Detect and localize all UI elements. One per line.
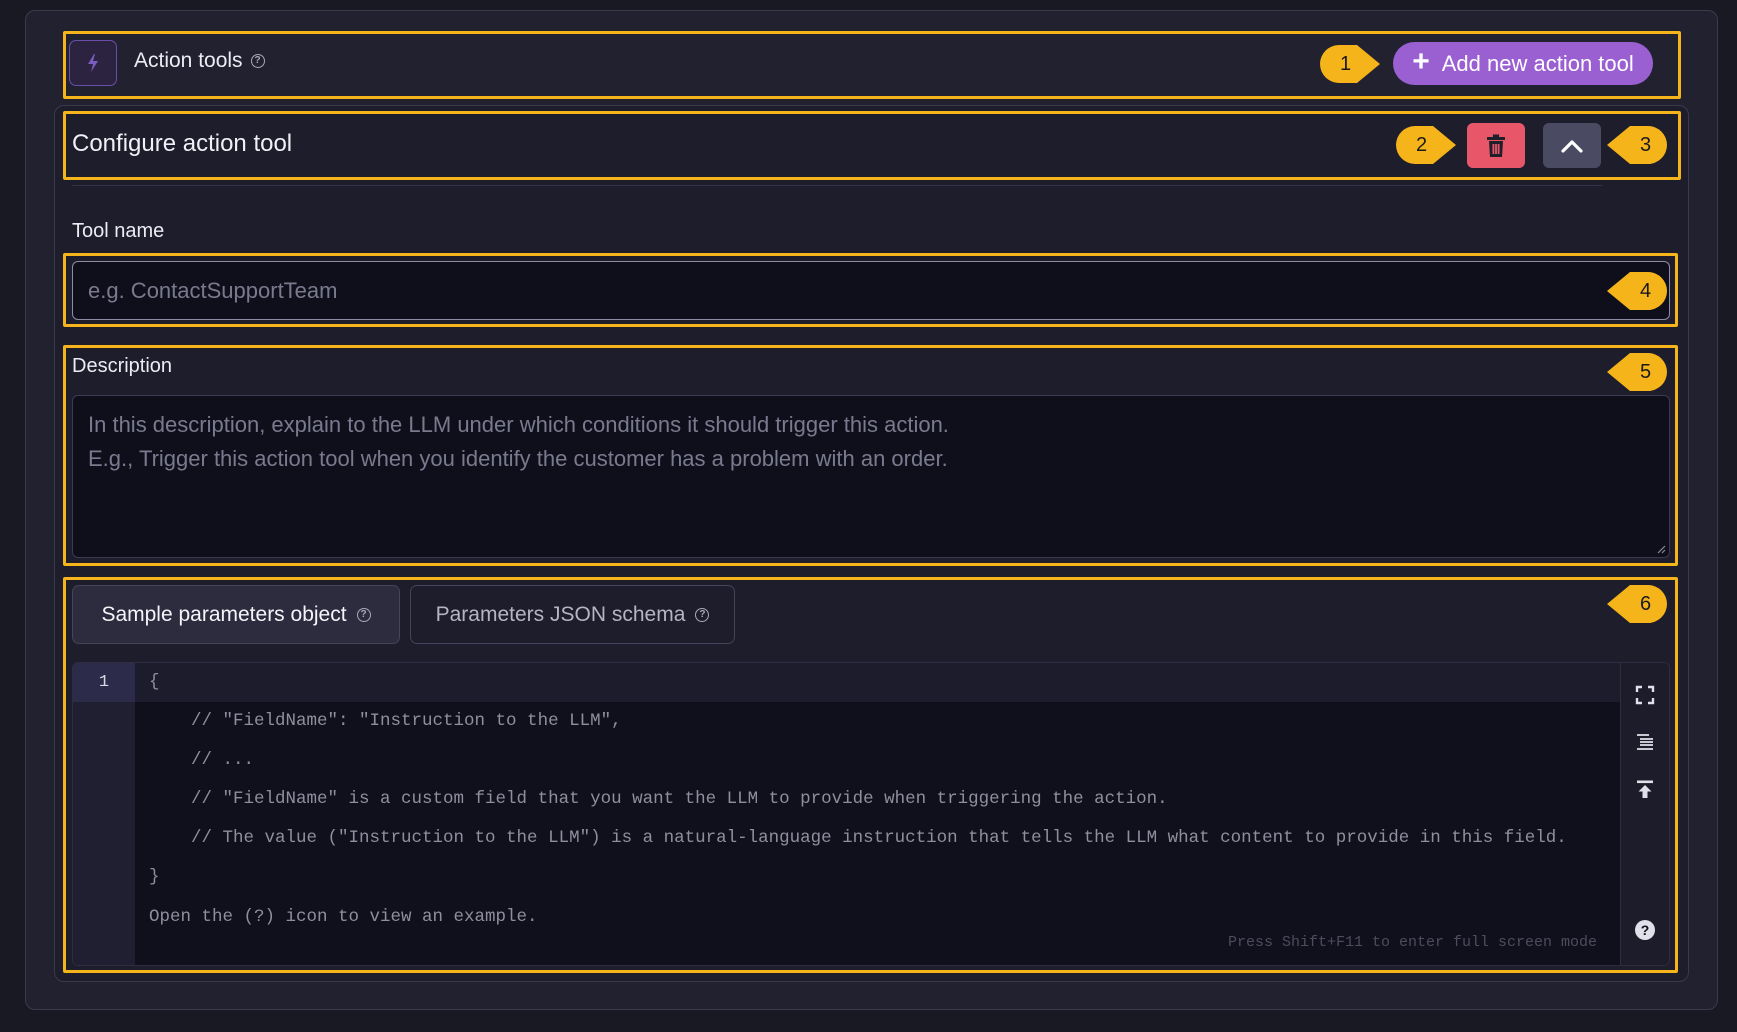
callout-marker-5: 5 <box>1606 352 1668 392</box>
callout-outline-header <box>63 31 1681 99</box>
callout-marker-label: 5 <box>1640 361 1652 383</box>
callout-marker-label: 3 <box>1640 134 1652 156</box>
callout-outline-parameters <box>63 577 1678 973</box>
callout-outline-tool-name <box>63 253 1678 327</box>
tool-name-label: Tool name <box>72 220 165 242</box>
callout-marker-label: 1 <box>1340 53 1352 75</box>
callout-marker-4: 4 <box>1606 271 1668 311</box>
callout-marker-label: 6 <box>1640 593 1652 615</box>
callout-marker-2: 2 <box>1395 125 1457 165</box>
configure-divider <box>72 185 1602 186</box>
callout-marker-6: 6 <box>1606 584 1668 624</box>
callout-marker-3: 3 <box>1606 125 1668 165</box>
callout-marker-label: 2 <box>1416 134 1428 156</box>
callout-marker-label: 4 <box>1640 280 1652 302</box>
callout-marker-1: 1 <box>1319 44 1381 84</box>
callout-outline-description <box>63 345 1678 566</box>
